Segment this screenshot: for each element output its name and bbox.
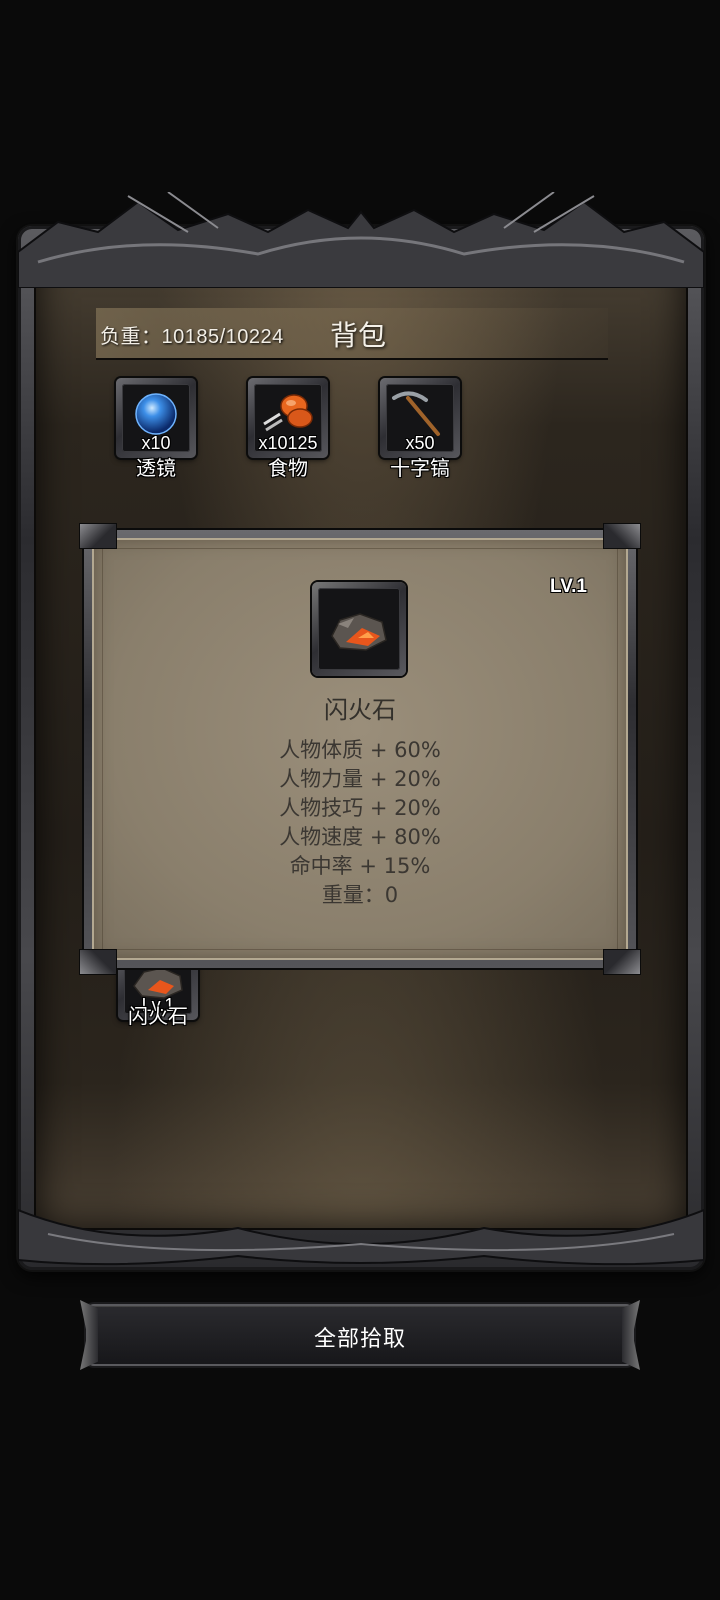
pickup-all-button[interactable]: 全部拾取 xyxy=(80,1300,632,1370)
header-divider xyxy=(96,358,608,360)
stat-line: 人物体质 + 60% xyxy=(279,738,441,762)
frame-bottom-ornament xyxy=(18,1208,704,1266)
pickup-all-label: 全部拾取 xyxy=(313,1327,406,1352)
item-count: x10125 xyxy=(258,433,318,453)
item-name-label: 透镜 xyxy=(136,456,176,480)
inventory-slot-food[interactable]: x10125 xyxy=(248,378,328,458)
item-detail-icon-slot xyxy=(312,582,406,676)
popup-corner-ornament xyxy=(80,950,116,974)
stat-line: 人物力量 + 20% xyxy=(279,767,441,791)
stat-line: 命中率 + 15% xyxy=(289,854,431,878)
popup-corner-ornament xyxy=(604,950,640,974)
item-count: x50 xyxy=(405,433,435,453)
item-level-badge: LV.1 xyxy=(550,576,587,597)
popup-corner-ornament xyxy=(80,524,116,548)
item-name-label: 食物 xyxy=(268,456,308,480)
flint-stone-icon xyxy=(331,613,387,651)
stat-line: 重量：0 xyxy=(321,883,399,907)
item-detail-name: 闪火石 xyxy=(324,696,396,724)
carry-weight-label: 负重：10185/10224 xyxy=(100,326,284,348)
item-stats-list: 人物体质 + 60% 人物力量 + 20% 人物技巧 + 20% 人物速度 + … xyxy=(220,736,500,910)
inventory-slot-pickaxe[interactable]: x50 xyxy=(380,378,460,458)
item-name-label: 十字镐 xyxy=(390,456,450,480)
stat-line: 人物速度 + 80% xyxy=(279,825,441,849)
frame-top-ornament xyxy=(18,192,704,288)
stat-line: 人物技巧 + 20% xyxy=(279,796,441,820)
popup-corner-ornament xyxy=(604,524,640,548)
item-name-label: 闪火石 xyxy=(128,1004,188,1028)
item-count: x10 xyxy=(141,433,171,453)
inventory-slot-lens[interactable]: x10 xyxy=(116,378,196,458)
page-title: 背包 xyxy=(330,319,387,352)
